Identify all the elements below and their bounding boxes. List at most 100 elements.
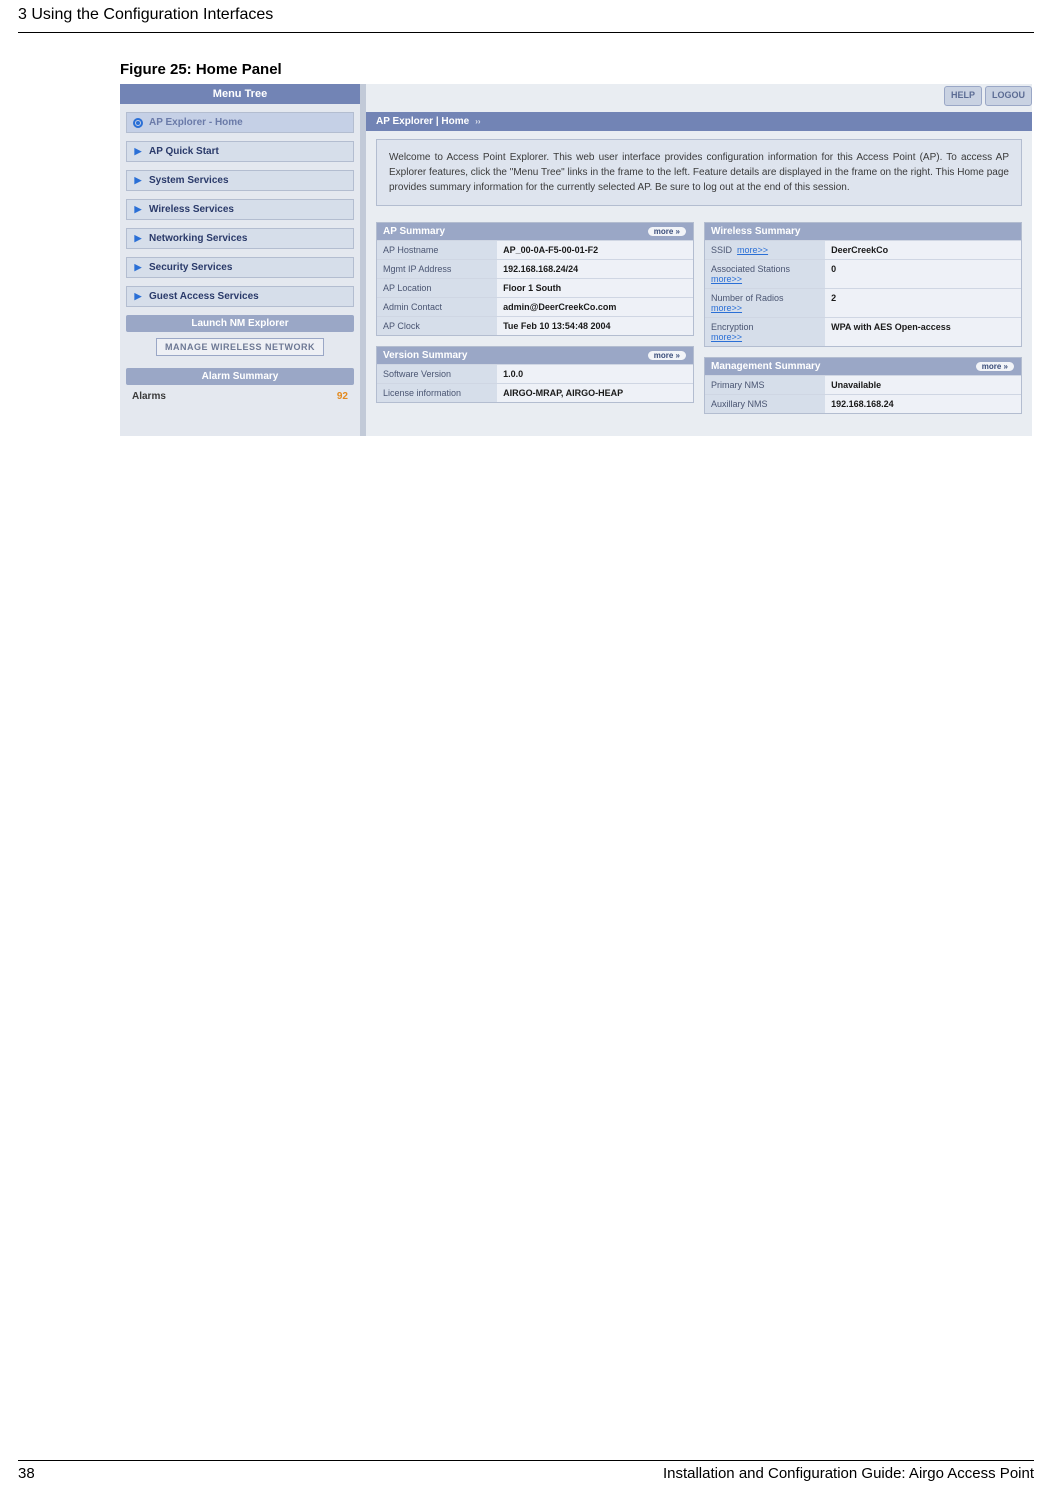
table-row: Number of Radiosmore>> 2 [705,288,1021,317]
launch-nm-explorer-bar: Launch NM Explorer [126,315,354,332]
table-row: AP Clock Tue Feb 10 13:54:48 2004 [377,316,693,335]
content-area: HELP LOGOU AP Explorer | Home ›› Welcome… [366,84,1032,436]
more-button[interactable]: more » [647,350,687,361]
sidebar-item-system-services[interactable]: ▶ System Services [126,170,354,191]
sidebar-item-label: Guest Access Services [149,291,259,302]
logout-button[interactable]: LOGOU [985,86,1032,106]
manage-wireless-network-button[interactable]: MANAGE WIRELESS NETWORK [156,338,324,356]
table-row: Software Version 1.0.0 [377,364,693,383]
footer-title: Installation and Configuration Guide: Ai… [663,1465,1034,1482]
radio-selected-icon [133,118,143,128]
rule-bottom [18,1460,1034,1461]
figure-caption: Figure 25: Home Panel [120,61,1034,78]
table-row: Encryptionmore>> WPA with AES Open-acces… [705,317,1021,346]
sidebar-item-wireless-services[interactable]: ▶ Wireless Services [126,199,354,220]
panel-title: Wireless Summary [711,226,800,237]
arrow-right-icon: ▶ [133,147,143,157]
sidebar-item-ap-explorer-home[interactable]: AP Explorer - Home [126,112,354,133]
panel-version-summary: Version Summary more » Software Version … [376,346,694,403]
cell-key: Associated Stationsmore>> [705,260,825,288]
page-number: 38 [18,1465,35,1482]
cell-value: DeerCreekCo [825,241,1021,259]
alarm-count[interactable]: 92 [337,391,348,402]
cell-key: Mgmt IP Address [377,260,497,278]
more-link[interactable]: more>> [711,303,742,313]
sidebar-item-label: System Services [149,175,229,186]
cell-value: AIRGO-MRAP, AIRGO-HEAP [497,384,693,402]
table-row: License information AIRGO-MRAP, AIRGO-HE… [377,383,693,402]
breadcrumb: AP Explorer | Home ›› [366,112,1032,131]
sidebar-item-ap-quick-start[interactable]: ▶ AP Quick Start [126,141,354,162]
panels-row-1: AP Summary more » AP Hostname AP_00-0A-F… [366,222,1032,424]
screenshot-home-panel: Menu Tree AP Explorer - Home ▶ AP Quick … [120,84,1032,436]
table-row: Auxillary NMS 192.168.168.24 [705,394,1021,413]
cell-key: Number of Radiosmore>> [705,289,825,317]
table-row: Associated Stationsmore>> 0 [705,259,1021,288]
arrow-right-icon: ▶ [133,292,143,302]
sidebar-item-label: AP Explorer - Home [149,117,243,128]
breadcrumb-text: AP Explorer | Home [376,116,469,127]
cell-key: AP Location [377,279,497,297]
panel-wireless-summary: Wireless Summary SSID more>> DeerCreekCo… [704,222,1022,347]
table-row: AP Location Floor 1 South [377,278,693,297]
sidebar-item-label: Security Services [149,262,232,273]
welcome-message: Welcome to Access Point Explorer. This w… [376,139,1022,206]
more-link[interactable]: more>> [711,332,742,342]
sidebar-item-label: Wireless Services [149,204,234,215]
table-row: Mgmt IP Address 192.168.168.24/24 [377,259,693,278]
panel-title: Management Summary [711,361,820,372]
chevron-right-icon: ›› [475,117,480,126]
topbar: HELP LOGOU [366,84,1032,106]
cell-key: Primary NMS [705,376,825,394]
cell-value: 2 [825,289,1021,317]
rule-top [18,32,1034,33]
cell-value: WPA with AES Open-access [825,318,1021,346]
cell-key: Admin Contact [377,298,497,316]
arrow-right-icon: ▶ [133,205,143,215]
table-row: Primary NMS Unavailable [705,375,1021,394]
cell-value: AP_00-0A-F5-00-01-F2 [497,241,693,259]
more-link[interactable]: more>> [711,274,742,284]
panel-title: AP Summary [383,226,445,237]
cell-value: admin@DeerCreekCo.com [497,298,693,316]
sidebar-item-label: AP Quick Start [149,146,219,157]
arrow-right-icon: ▶ [133,263,143,273]
panel-management-summary: Management Summary more » Primary NMS Un… [704,357,1022,414]
sidebar-item-security-services[interactable]: ▶ Security Services [126,257,354,278]
sidebar-item-networking-services[interactable]: ▶ Networking Services [126,228,354,249]
help-button[interactable]: HELP [944,86,982,106]
cell-value: 0 [825,260,1021,288]
cell-value: Floor 1 South [497,279,693,297]
menu-tree-title: Menu Tree [120,84,360,104]
arrow-right-icon: ▶ [133,176,143,186]
cell-value: 1.0.0 [497,365,693,383]
page-footer: 38 Installation and Configuration Guide:… [18,1460,1034,1482]
table-row: SSID more>> DeerCreekCo [705,240,1021,259]
more-button[interactable]: more » [975,361,1015,372]
alarm-summary-bar: Alarm Summary [126,368,354,385]
more-link[interactable]: more>> [737,245,768,255]
cell-value: Unavailable [825,376,1021,394]
cell-value: 192.168.168.24/24 [497,260,693,278]
table-row: AP Hostname AP_00-0A-F5-00-01-F2 [377,240,693,259]
cell-key: Encryptionmore>> [705,318,825,346]
cell-key: Auxillary NMS [705,395,825,413]
panel-ap-summary: AP Summary more » AP Hostname AP_00-0A-F… [376,222,694,336]
panel-title: Version Summary [383,350,467,361]
cell-key: License information [377,384,497,402]
cell-value: Tue Feb 10 13:54:48 2004 [497,317,693,335]
cell-value: 192.168.168.24 [825,395,1021,413]
arrow-right-icon: ▶ [133,234,143,244]
more-button[interactable]: more » [647,226,687,237]
table-row: Admin Contact admin@DeerCreekCo.com [377,297,693,316]
sidebar-item-label: Networking Services [149,233,247,244]
sidebar: Menu Tree AP Explorer - Home ▶ AP Quick … [120,84,360,436]
chapter-heading: 3 Using the Configuration Interfaces [18,0,1034,32]
cell-key: AP Clock [377,317,497,335]
cell-key: SSID more>> [705,241,825,259]
alarm-row: Alarms 92 [120,385,360,408]
alarm-label: Alarms [132,391,166,402]
cell-key: AP Hostname [377,241,497,259]
sidebar-item-guest-access-services[interactable]: ▶ Guest Access Services [126,286,354,307]
cell-key: Software Version [377,365,497,383]
